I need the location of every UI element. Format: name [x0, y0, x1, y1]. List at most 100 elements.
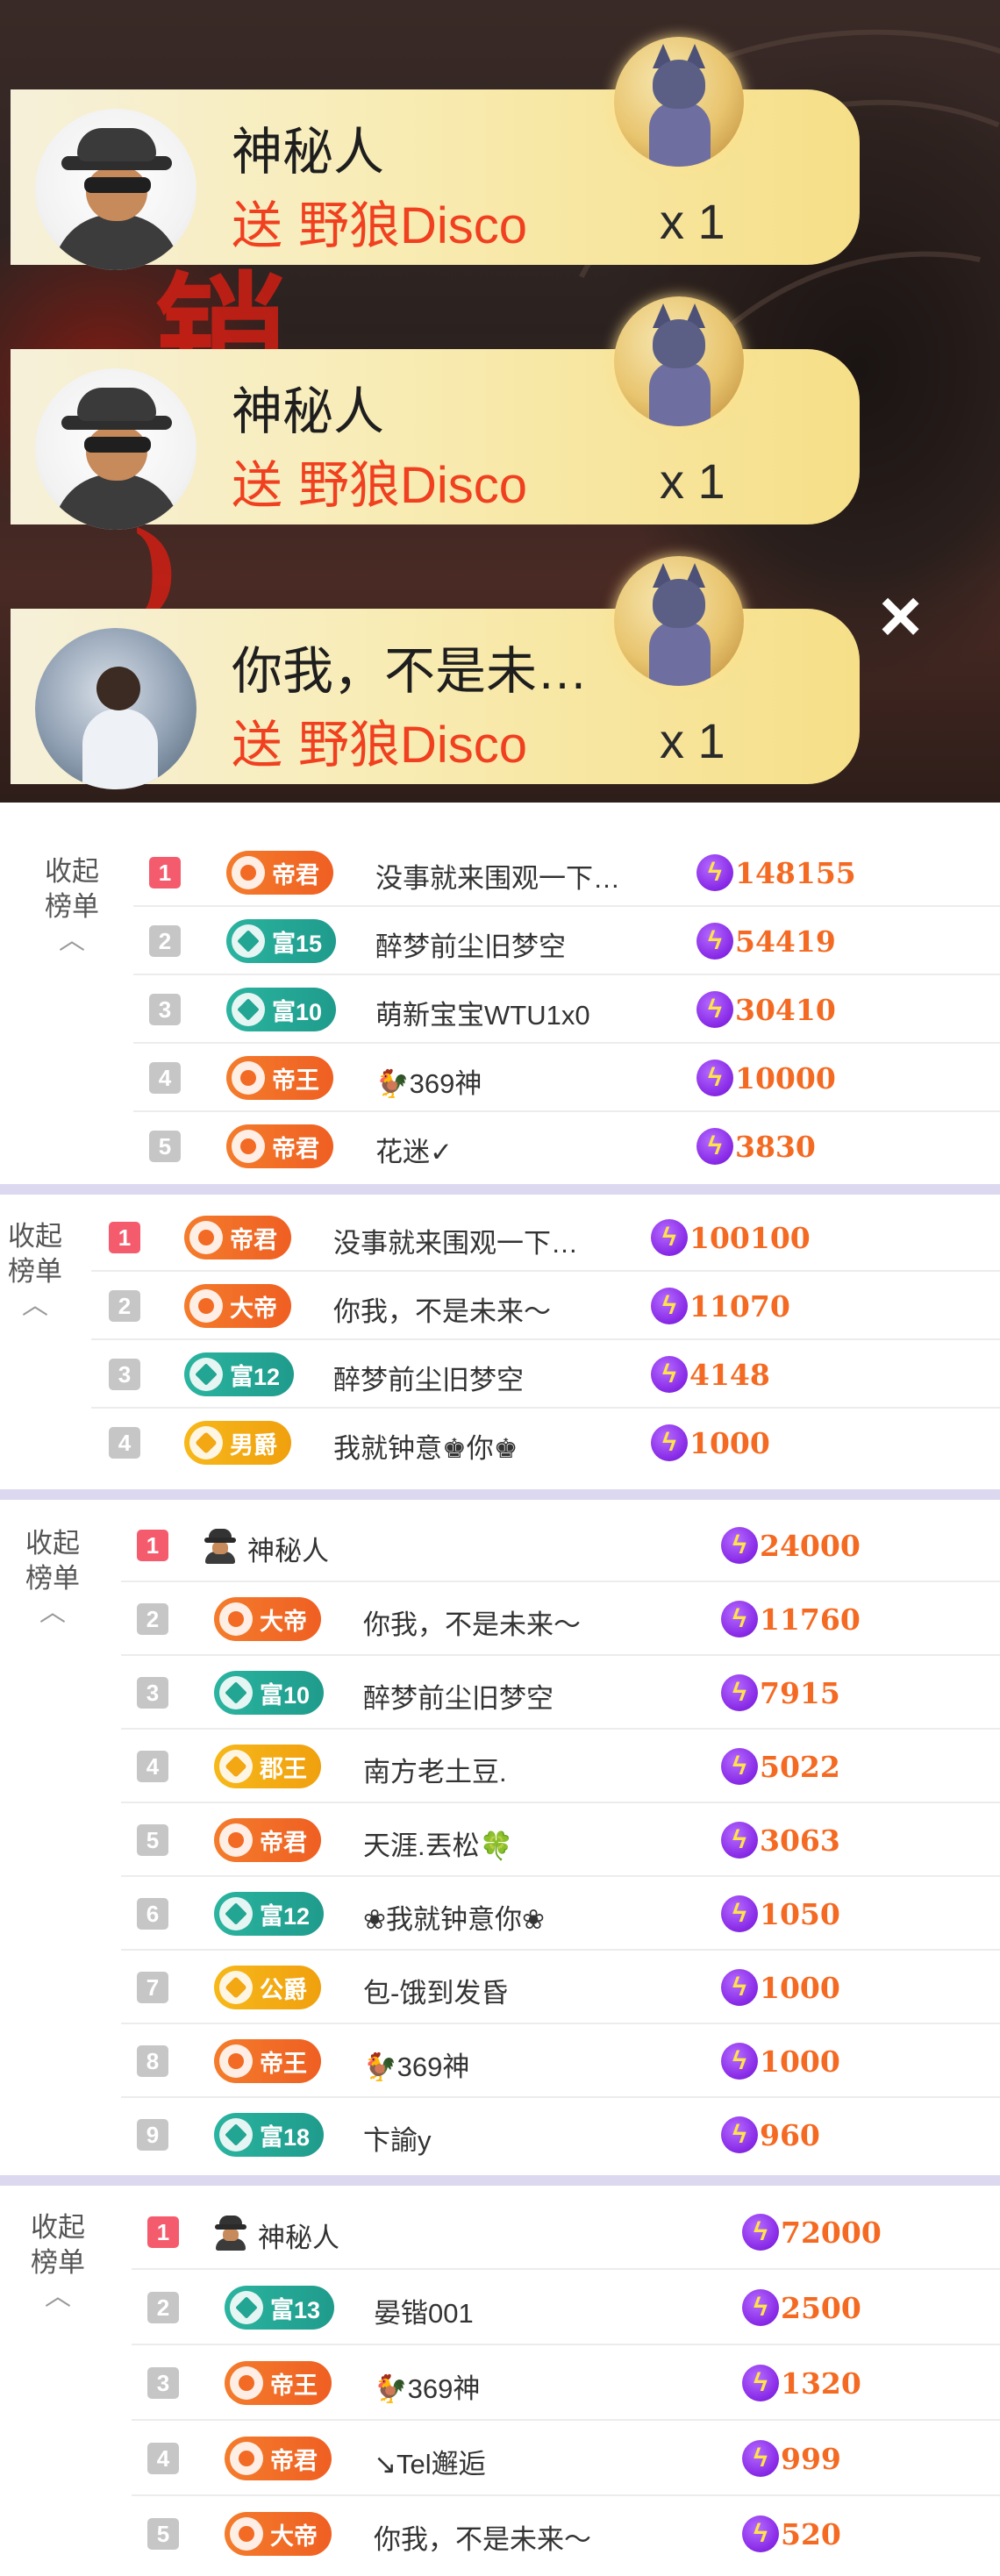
- rank-number: 4: [137, 1751, 168, 1782]
- level-badge: 帝王: [214, 2039, 321, 2083]
- rank-row[interactable]: 1 神秘人 ϟ 72000: [132, 2194, 1000, 2270]
- value-number: 5022: [760, 1749, 840, 1784]
- rank-row[interactable]: 2 大帝 你我，不是未来～ ϟ 11070: [91, 1272, 1000, 1340]
- user-name: 你我，不是未来～: [374, 2524, 591, 2555]
- rank-row[interactable]: 4 男爵 我就钟意♚你♚ ϟ 1000: [91, 1409, 1000, 1477]
- gift-name: 野狼Disco: [298, 197, 528, 254]
- rank-row[interactable]: 3 富10 萌新宝宝WTU1x0 ϟ 30410: [133, 975, 1000, 1044]
- level-badge: 男爵: [184, 1421, 291, 1465]
- rank-row[interactable]: 4 帝王 🐓369神 ϟ 10000: [133, 1044, 1000, 1112]
- rank-number: 5: [137, 1824, 168, 1856]
- rank-number: 3: [109, 1359, 140, 1390]
- rank-row[interactable]: 6 富12 ❀我就钟意你❀ ϟ 1050: [121, 1877, 1000, 1951]
- level-badge: 郡王: [214, 1745, 321, 1788]
- level-icon: [219, 1602, 253, 1636]
- level-label: 帝君: [272, 1135, 319, 1162]
- collapse-ranking-button[interactable]: 收起 榜单 ︿: [0, 1219, 70, 1319]
- contribution-value: ϟ 5022: [721, 1748, 840, 1785]
- level-badge: 帝君: [214, 1818, 321, 1862]
- panel-separator: [0, 2175, 1000, 2186]
- user-name: 🐓369神: [374, 2373, 481, 2404]
- value-number: 148155: [735, 855, 856, 890]
- level-label: 富10: [272, 998, 323, 1025]
- rank-row[interactable]: 8 帝王 🐓369神 ϟ 1000: [121, 2024, 1000, 2098]
- collapse-ranking-button[interactable]: 收起 榜单 ︿: [18, 1526, 88, 1626]
- rank-number: 6: [137, 1898, 168, 1930]
- level-badge: 富12: [214, 1892, 325, 1936]
- lightning-icon: ϟ: [742, 2289, 779, 2326]
- rank-number: 5: [149, 1131, 181, 1162]
- value-number: 72000: [781, 2215, 882, 2250]
- rank-number: 2: [147, 2292, 179, 2323]
- level-icon: [219, 2118, 253, 2151]
- contribution-value: ϟ 4148: [651, 1356, 770, 1393]
- close-icon[interactable]: ×: [879, 579, 922, 653]
- level-badge: 帝王: [225, 2361, 332, 2405]
- rank-row[interactable]: 1 帝君 没事就来围观一下… ϟ 100100: [91, 1203, 1000, 1272]
- user-name: 包-饿到发昏: [363, 1978, 509, 2009]
- rank-number: 9: [137, 2119, 168, 2151]
- rank-row[interactable]: 4 郡王 南方老土豆. ϟ 5022: [121, 1730, 1000, 1803]
- contribution-value: ϟ 7915: [721, 1674, 840, 1711]
- gift-count: x 1: [660, 194, 725, 249]
- chevron-up-icon: ︿: [39, 1598, 66, 1627]
- divider: [0, 803, 1000, 830]
- chevron-up-icon: ︿: [45, 2282, 71, 2311]
- sender-name: 神秘人: [232, 124, 385, 181]
- level-icon: [219, 1971, 253, 2004]
- rank-row[interactable]: 1 神秘人 ϟ 24000: [121, 1509, 1000, 1582]
- sender-name: 神秘人: [232, 383, 385, 440]
- lightning-icon: ϟ: [721, 1748, 758, 1785]
- level-badge: 帝王: [226, 1056, 333, 1100]
- user-name: 你我，不是未来～: [333, 1296, 551, 1327]
- lightning-icon: ϟ: [721, 1822, 758, 1859]
- level-icon: [230, 2442, 263, 2475]
- rank-row[interactable]: 4 帝君 ↘Tel邂逅 ϟ 999: [132, 2421, 1000, 2496]
- lightning-icon: ϟ: [696, 991, 733, 1028]
- spy-avatar: [35, 109, 196, 270]
- lightning-icon: ϟ: [742, 2515, 779, 2552]
- spy-avatar: [35, 368, 196, 530]
- level-icon: [219, 1823, 253, 1857]
- level-label: 公爵: [260, 1976, 307, 2003]
- rank-row[interactable]: 3 帝王 🐓369神 ϟ 1320: [132, 2345, 1000, 2421]
- gift-count: x 1: [660, 453, 725, 509]
- level-label: 富13: [270, 2296, 321, 2323]
- lightning-icon: ϟ: [696, 854, 733, 891]
- rank-row[interactable]: 2 富15 醉梦前尘旧梦空 ϟ 54419: [133, 907, 1000, 975]
- rank-row[interactable]: 3 富10 醉梦前尘旧梦空 ϟ 7915: [121, 1656, 1000, 1730]
- rank-row[interactable]: 5 大帝 你我，不是未来～ ϟ 520: [132, 2496, 1000, 2572]
- rank-row[interactable]: 5 帝君 天涯.丟松🍀 ϟ 3063: [121, 1803, 1000, 1877]
- rank-row[interactable]: 9 富18 卞諭y ϟ 960: [121, 2098, 1000, 2172]
- contribution-value: ϟ 2500: [742, 2289, 861, 2326]
- user-name: 没事就来围观一下…: [333, 1228, 578, 1259]
- rank-row[interactable]: 3 富12 醉梦前尘旧梦空 ϟ 4148: [91, 1340, 1000, 1409]
- panel-separator: [0, 1184, 1000, 1195]
- contribution-value: ϟ 1320: [742, 2365, 861, 2401]
- lightning-icon: ϟ: [651, 1424, 688, 1461]
- value-number: 2500: [781, 2290, 861, 2325]
- level-label: 帝君: [230, 1226, 277, 1253]
- rank-row[interactable]: 2 大帝 你我，不是未来～ ϟ 11760: [121, 1582, 1000, 1656]
- collapse-ranking-button[interactable]: 收起 榜单 ︿: [37, 854, 107, 954]
- user-name: 没事就来围观一下…: [375, 863, 620, 894]
- rank-row[interactable]: 2 富13 晏锴001 ϟ 2500: [132, 2270, 1000, 2345]
- level-icon: [189, 1289, 223, 1323]
- chevron-up-icon: ︿: [59, 926, 85, 955]
- rank-row[interactable]: 5 帝君 花迷✓ ϟ 3830: [133, 1112, 1000, 1181]
- lightning-icon: ϟ: [651, 1219, 688, 1256]
- level-label: 富15: [272, 930, 323, 957]
- level-badge: 富10: [214, 1671, 325, 1715]
- contribution-value: ϟ 10000: [696, 1060, 836, 1096]
- rank-row[interactable]: 7 公爵 包-饿到发昏 ϟ 1000: [121, 1951, 1000, 2024]
- value-number: 11070: [689, 1288, 790, 1324]
- user-name: 萌新宝宝WTU1x0: [375, 1000, 590, 1031]
- level-label: 大帝: [260, 1608, 307, 1635]
- collapse-ranking-button[interactable]: 收起 榜单 ︿: [23, 2210, 93, 2310]
- level-icon: [219, 1897, 253, 1930]
- panel-separator: [0, 1489, 1000, 1500]
- level-badge: 大帝: [225, 2512, 332, 2556]
- user-name: 我就钟意♚你♚: [333, 1433, 518, 1464]
- rank-row[interactable]: 1 帝君 没事就来围观一下… ϟ 148155: [133, 838, 1000, 907]
- collapse-label: 收起 榜单: [25, 1528, 80, 1594]
